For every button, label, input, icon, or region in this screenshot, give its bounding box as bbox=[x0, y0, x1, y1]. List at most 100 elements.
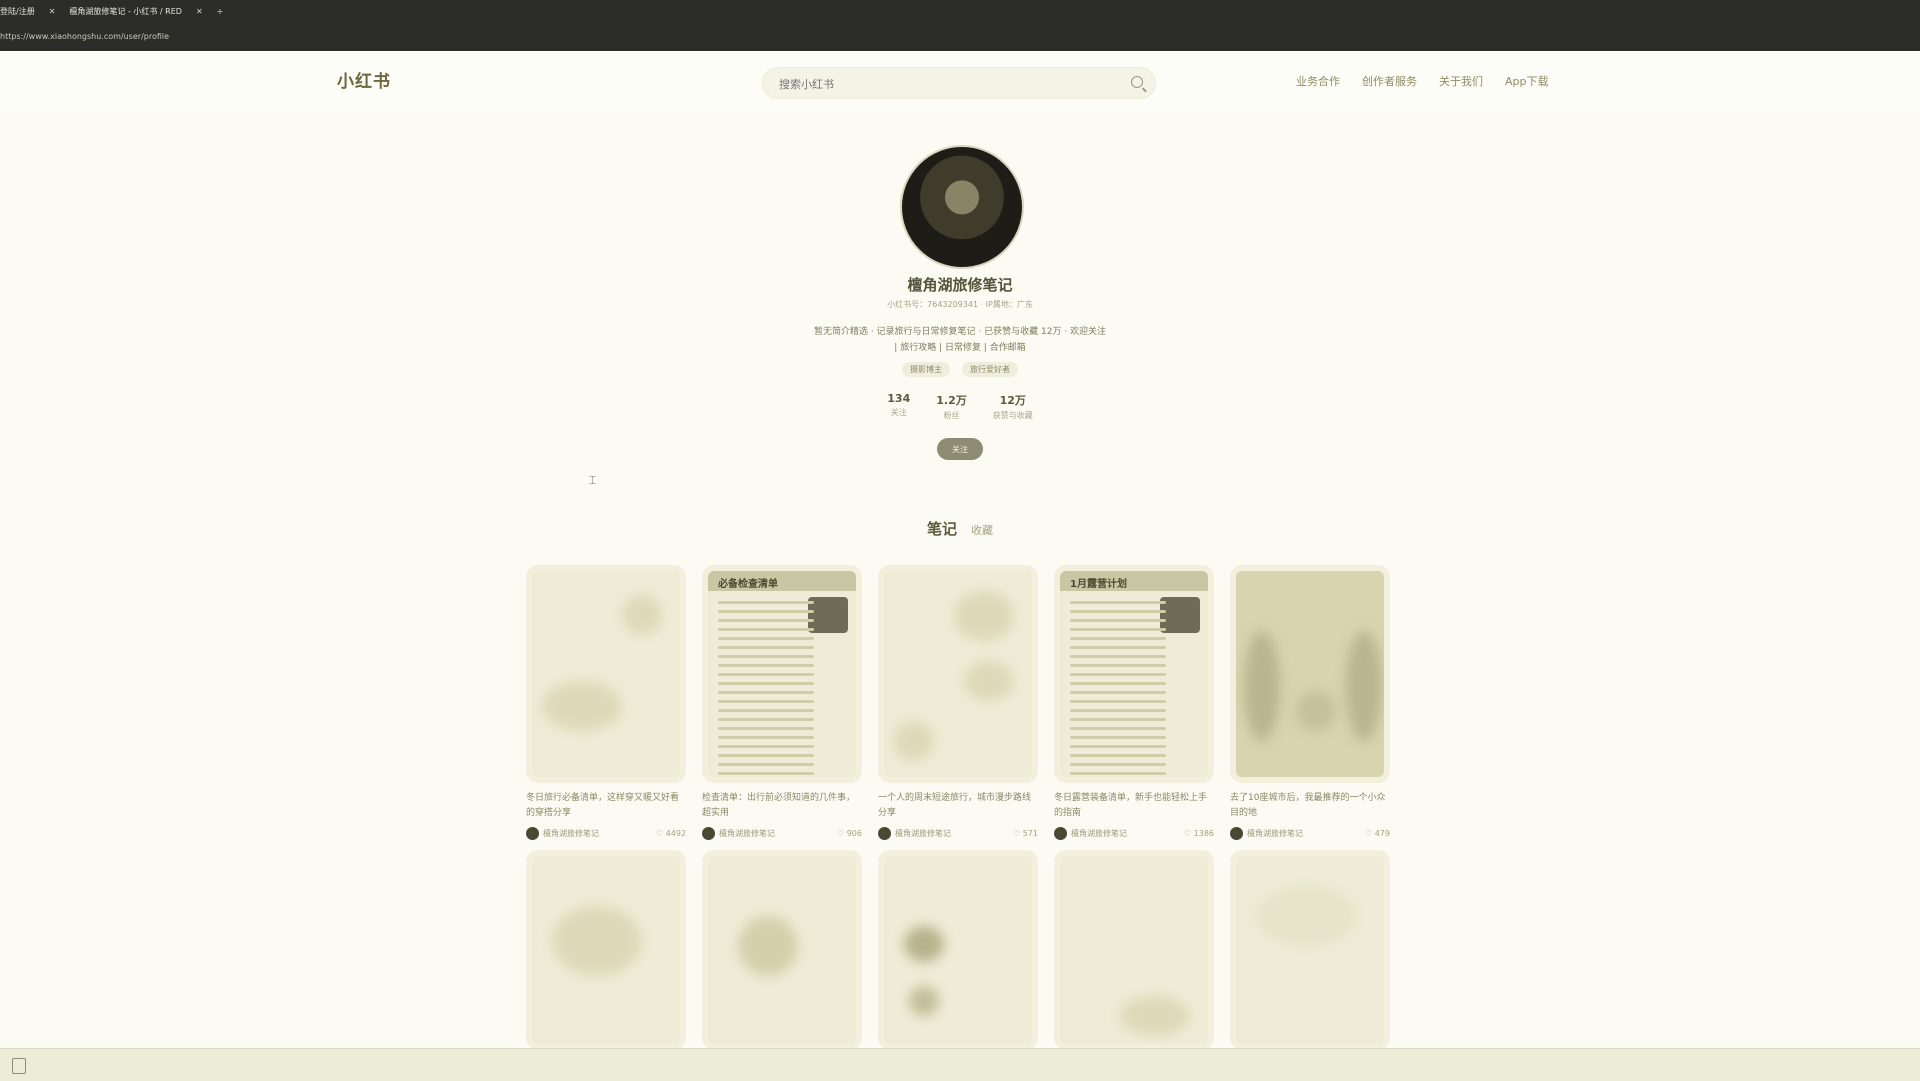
stat-label: 获赞与收藏 bbox=[992, 411, 1033, 420]
top-nav: 业务合作 创作者服务 关于我们 App下载 bbox=[1296, 73, 1549, 89]
page-icon[interactable] bbox=[12, 1058, 26, 1074]
profile-tag: 旅行爱好者 bbox=[962, 362, 1018, 377]
search-icon[interactable] bbox=[1131, 76, 1143, 88]
search-box[interactable] bbox=[762, 67, 1156, 99]
note-footer: 檀角湖旅修笔记 ♡ 906 bbox=[702, 827, 862, 840]
note-card[interactable] bbox=[1230, 850, 1390, 1050]
note-cover[interactable] bbox=[878, 850, 1038, 1050]
tab-collect[interactable]: 收藏 bbox=[971, 522, 993, 538]
active-tab-close-icon[interactable]: ✕ bbox=[196, 7, 203, 16]
address-bar[interactable]: https://www.xiaohongshu.com/user/profile bbox=[0, 29, 169, 43]
note-cover[interactable]: 必备检查清单 bbox=[702, 565, 862, 783]
content-tabs: 笔记 收藏 bbox=[0, 518, 1920, 539]
stat-value: 134 bbox=[887, 392, 911, 405]
mouse-cursor-icon: ⌶ bbox=[589, 473, 597, 487]
note-footer: 檀角湖旅修笔记 ♡ 1386 bbox=[1054, 827, 1214, 840]
note-card[interactable] bbox=[702, 850, 862, 1050]
profile-tag: 摄影博主 bbox=[902, 362, 950, 377]
nav-business[interactable]: 业务合作 bbox=[1296, 73, 1340, 89]
note-author[interactable]: 檀角湖旅修笔记 bbox=[1230, 827, 1303, 840]
profile-meta: 小红书号：7643209341 · IP属地：广东 bbox=[887, 300, 1033, 309]
note-card[interactable]: 1月露营计划 冬日露营装备清单，新手也能轻松上手的指南 檀角湖旅修笔记 ♡ 13… bbox=[1054, 565, 1214, 840]
note-cover[interactable] bbox=[1054, 850, 1214, 1050]
stat-following[interactable]: 134 关注 bbox=[887, 392, 910, 421]
nav-app-download[interactable]: App下载 bbox=[1505, 73, 1549, 89]
note-card[interactable]: 一个人的周末短途旅行，城市漫步路线分享 檀角湖旅修笔记 ♡ 571 bbox=[878, 565, 1038, 840]
like-count[interactable]: ♡ 479 bbox=[1365, 829, 1390, 838]
browser-titlebar: 登陆/注册 ✕ 檀角湖旅修笔记 - 小红书 / RED ✕ + https://… bbox=[0, 0, 1920, 51]
note-author[interactable]: 檀角湖旅修笔记 bbox=[878, 827, 951, 840]
follow-button[interactable]: 关注 bbox=[937, 438, 983, 460]
note-title[interactable]: 冬日露营装备清单，新手也能轻松上手的指南 bbox=[1054, 791, 1214, 821]
note-title[interactable]: 一个人的周末短途旅行，城市漫步路线分享 bbox=[878, 791, 1038, 821]
address-text[interactable]: https://www.xiaohongshu.com/user/profile bbox=[0, 32, 169, 41]
like-value: 479 bbox=[1374, 829, 1390, 838]
note-card[interactable]: 去了10座城市后，我最推荐的一个小众目的地 檀角湖旅修笔记 ♡ 479 bbox=[1230, 565, 1390, 840]
note-author[interactable]: 檀角湖旅修笔记 bbox=[702, 827, 775, 840]
like-count[interactable]: ♡ 1386 bbox=[1184, 829, 1214, 838]
note-title[interactable]: 冬日旅行必备清单，这样穿又暖又好看的穿搭分享 bbox=[526, 791, 686, 821]
like-value: 1386 bbox=[1193, 829, 1214, 838]
note-author[interactable]: 檀角湖旅修笔记 bbox=[1054, 827, 1127, 840]
note-author[interactable]: 檀角湖旅修笔记 bbox=[526, 827, 599, 840]
like-value: 906 bbox=[846, 829, 862, 838]
author-name: 檀角湖旅修笔记 bbox=[719, 829, 775, 838]
avatar[interactable] bbox=[900, 145, 1024, 269]
author-name: 檀角湖旅修笔记 bbox=[1071, 829, 1127, 838]
stat-followers[interactable]: 1.2万 粉丝 bbox=[936, 392, 967, 421]
stat-likes[interactable]: 12万 获赞与收藏 bbox=[993, 392, 1033, 421]
notes-grid: 冬日旅行必备清单，这样穿又暖又好看的穿搭分享 檀角湖旅修笔记 ♡ 4492 必备… bbox=[526, 565, 1396, 1050]
note-card[interactable]: 冬日旅行必备清单，这样穿又暖又好看的穿搭分享 檀角湖旅修笔记 ♡ 4492 bbox=[526, 565, 686, 840]
profile-name: 檀角湖旅修笔记 bbox=[907, 276, 1013, 294]
note-card[interactable]: 必备检查清单 检查清单：出行前必须知道的几件事，超实用 檀角湖旅修笔记 ♡ 90… bbox=[702, 565, 862, 840]
author-name: 檀角湖旅修笔记 bbox=[895, 829, 951, 838]
note-card[interactable] bbox=[526, 850, 686, 1050]
author-avatar bbox=[878, 827, 891, 840]
author-avatar bbox=[702, 827, 715, 840]
search-input[interactable] bbox=[777, 74, 1121, 94]
note-card[interactable] bbox=[1054, 850, 1214, 1050]
nav-creator[interactable]: 创作者服务 bbox=[1362, 73, 1417, 89]
profile-stats: 134 关注 1.2万 粉丝 12万 获赞与收藏 bbox=[0, 392, 1920, 421]
note-cover[interactable] bbox=[878, 565, 1038, 783]
nav-about[interactable]: 关于我们 bbox=[1439, 73, 1483, 89]
note-cover[interactable] bbox=[526, 850, 686, 1050]
tab-login[interactable]: 登陆/注册 bbox=[0, 6, 35, 17]
note-footer: 檀角湖旅修笔记 ♡ 571 bbox=[878, 827, 1038, 840]
new-tab-icon[interactable]: + bbox=[217, 7, 224, 16]
like-value: 4492 bbox=[665, 829, 686, 838]
note-footer: 檀角湖旅修笔记 ♡ 4492 bbox=[526, 827, 686, 840]
author-avatar bbox=[526, 827, 539, 840]
tab-close-icon[interactable]: ✕ bbox=[49, 7, 56, 16]
profile-tags: 摄影博主 旅行爱好者 bbox=[0, 362, 1920, 377]
stat-value: 12万 bbox=[999, 394, 1026, 407]
stat-label: 关注 bbox=[890, 408, 907, 417]
site-header: 小红书 业务合作 创作者服务 关于我们 App下载 bbox=[0, 51, 1920, 111]
tab-notes[interactable]: 笔记 bbox=[927, 518, 957, 539]
stat-value: 1.2万 bbox=[936, 394, 967, 407]
note-cover[interactable] bbox=[1230, 565, 1390, 783]
cover-illustration bbox=[1160, 597, 1200, 633]
note-title[interactable]: 检查清单：出行前必须知道的几件事，超实用 bbox=[702, 791, 862, 821]
note-cover[interactable] bbox=[702, 850, 862, 1050]
note-cover[interactable] bbox=[526, 565, 686, 783]
site-logo[interactable]: 小红书 bbox=[337, 67, 391, 92]
profile-bio-line: 暂无简介精选 · 记录旅行与日常修复笔记 · 已获赞与收藏 12万 · 欢迎关注 bbox=[813, 327, 1107, 337]
author-avatar bbox=[1054, 827, 1067, 840]
like-count[interactable]: ♡ 4492 bbox=[656, 829, 686, 838]
like-count[interactable]: ♡ 906 bbox=[837, 829, 862, 838]
note-cover[interactable]: 1月露营计划 bbox=[1054, 565, 1214, 783]
note-cover[interactable] bbox=[1230, 850, 1390, 1050]
author-name: 檀角湖旅修笔记 bbox=[1247, 829, 1303, 838]
tab-strip: 登陆/注册 ✕ 檀角湖旅修笔记 - 小红书 / RED ✕ + bbox=[0, 0, 223, 22]
cover-illustration bbox=[808, 597, 848, 633]
status-bar bbox=[0, 1048, 1920, 1081]
like-value: 571 bbox=[1022, 829, 1038, 838]
author-avatar bbox=[1230, 827, 1243, 840]
tab-active[interactable]: 檀角湖旅修笔记 - 小红书 / RED bbox=[69, 6, 182, 17]
like-count[interactable]: ♡ 571 bbox=[1013, 829, 1038, 838]
note-card[interactable] bbox=[878, 850, 1038, 1050]
note-footer: 檀角湖旅修笔记 ♡ 479 bbox=[1230, 827, 1390, 840]
note-title[interactable]: 去了10座城市后，我最推荐的一个小众目的地 bbox=[1230, 791, 1390, 821]
cover-heading: 必备检查清单 bbox=[718, 579, 778, 590]
